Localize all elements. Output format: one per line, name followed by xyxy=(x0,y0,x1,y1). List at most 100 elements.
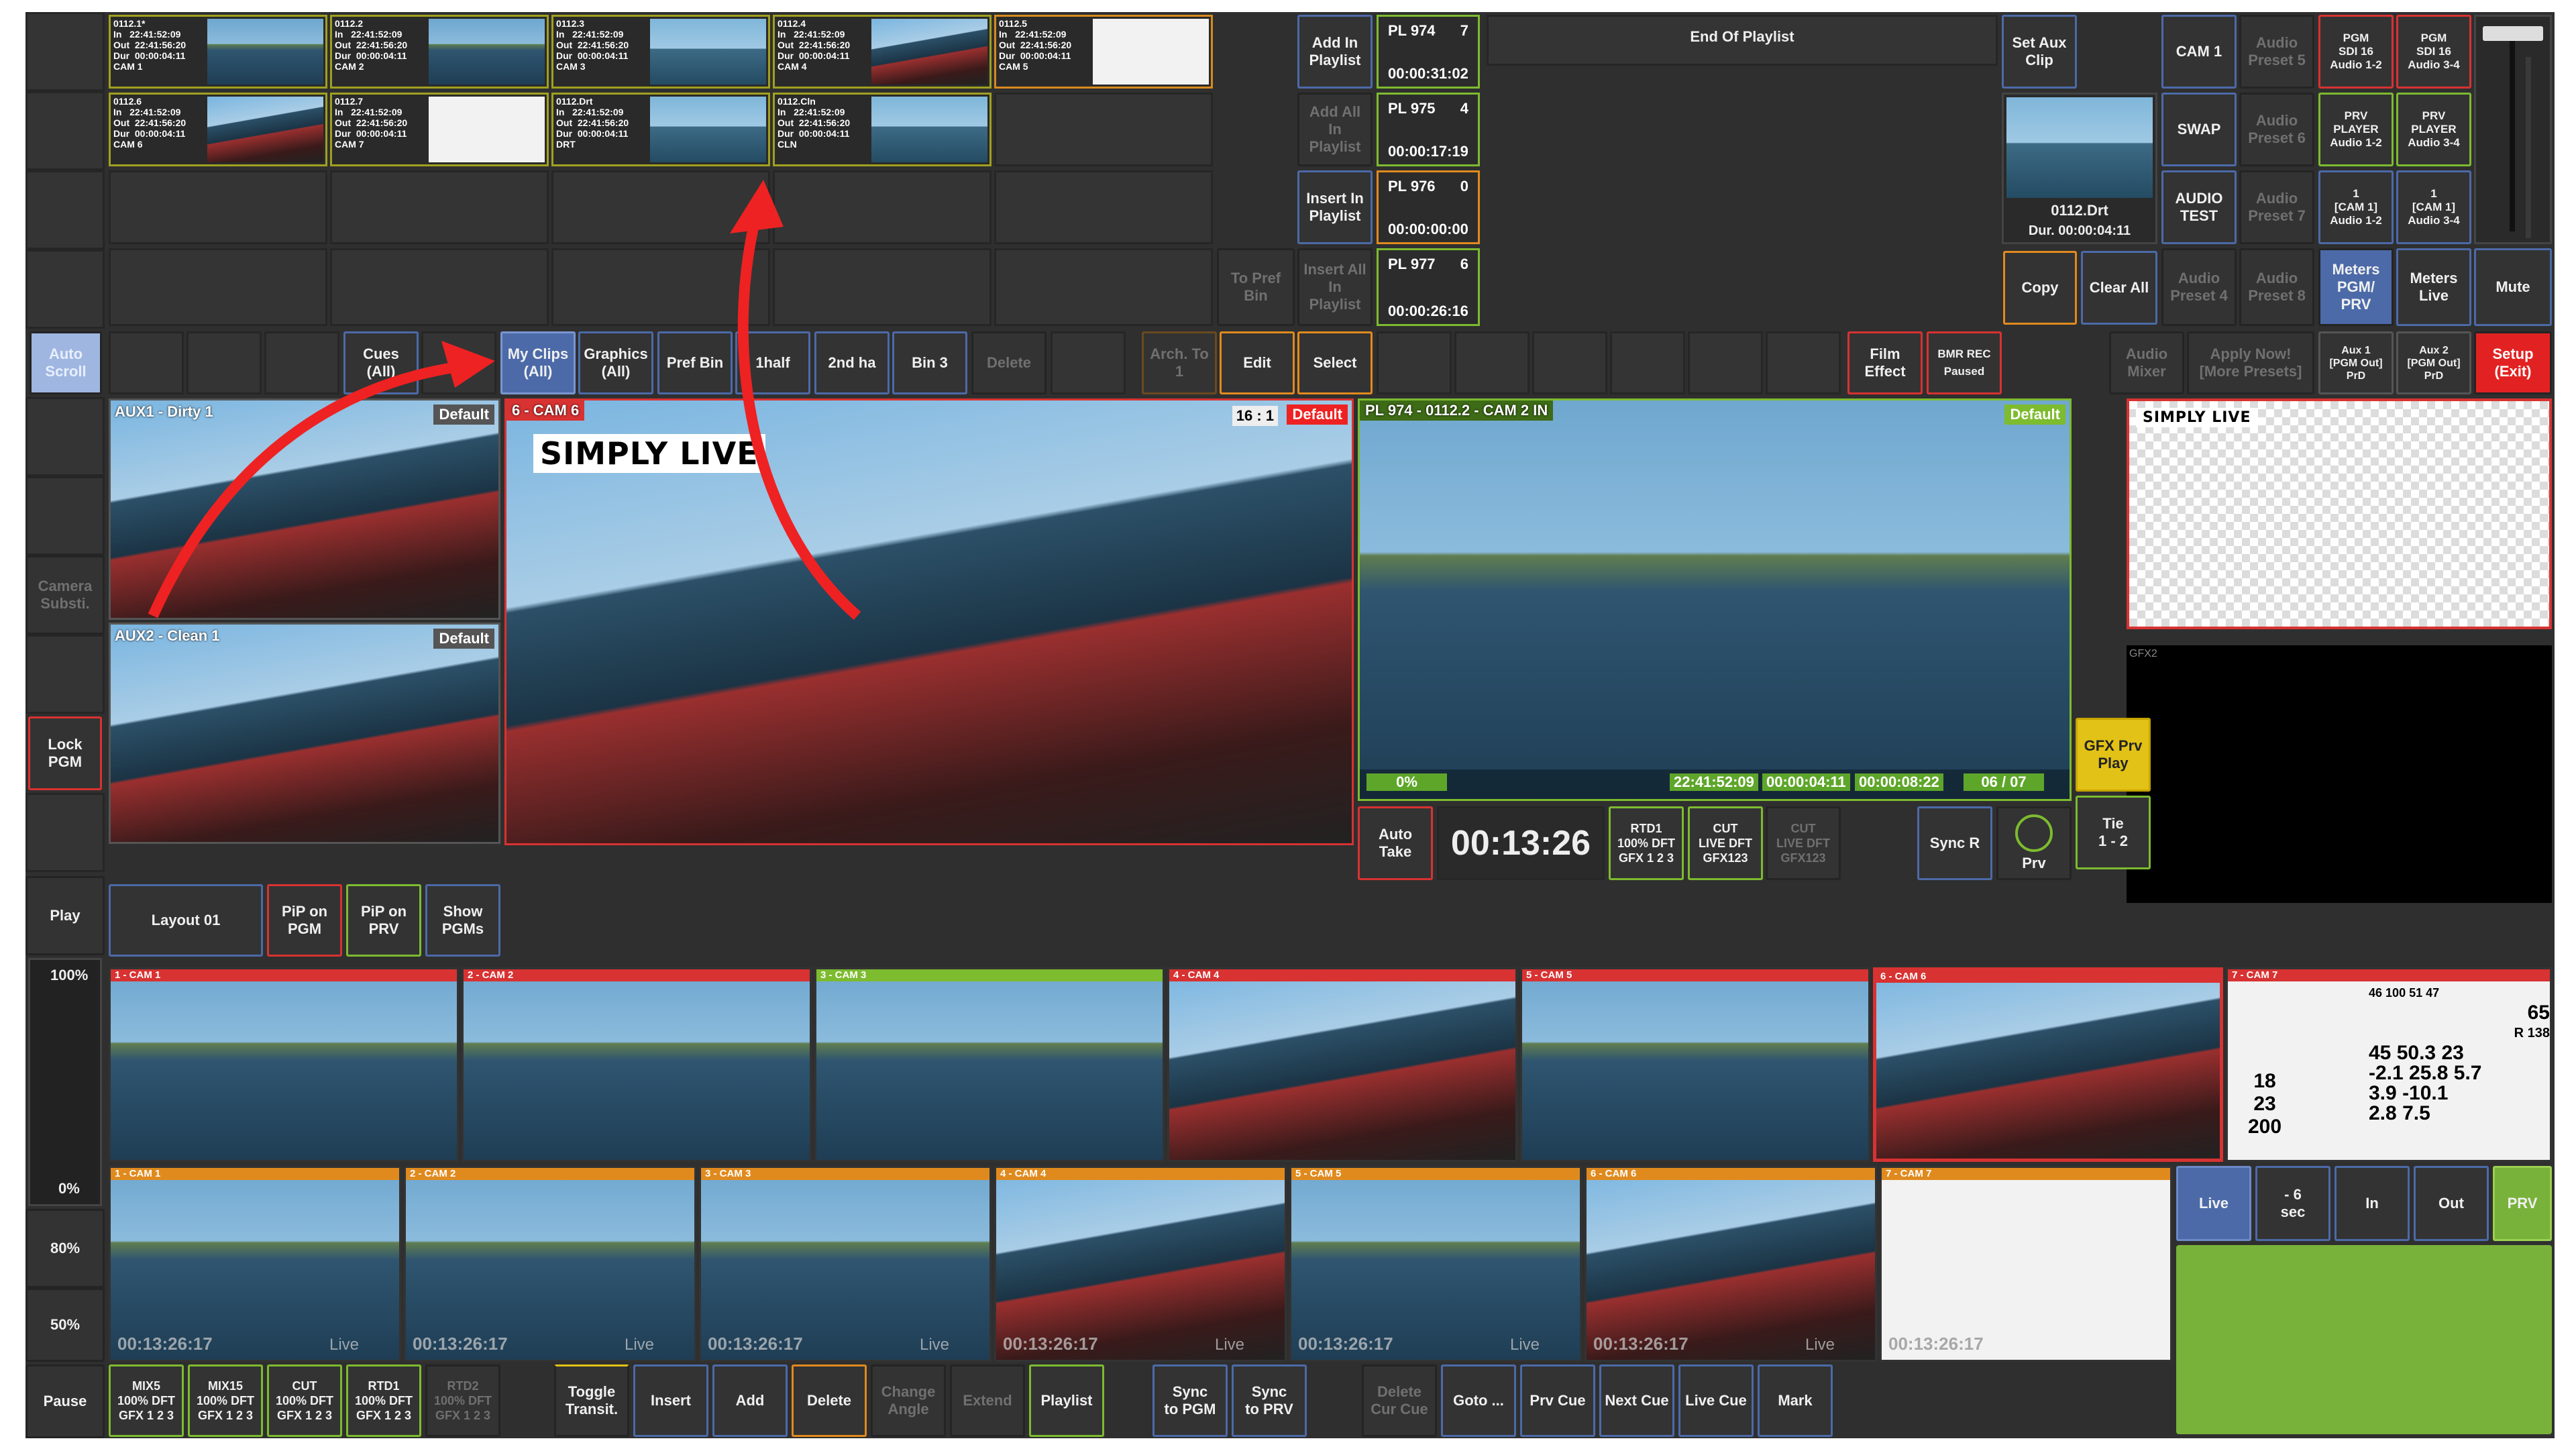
playlist-tile[interactable]: PL 977 6 00:00:26:16 xyxy=(1377,248,1480,326)
camera-thumb-bottom[interactable]: 3 - CAM 3 00:13:26:17 Live xyxy=(699,1166,991,1362)
camera-thumb-bottom[interactable]: 2 - CAM 2 00:13:26:17 Live xyxy=(404,1166,696,1362)
add-all-in-playlist-button[interactable]: Add All In Playlist xyxy=(1297,93,1373,166)
clear-all-button[interactable]: Clear All xyxy=(2081,251,2157,325)
extend-button[interactable]: Extend xyxy=(950,1364,1025,1437)
rtd1-bottom-button[interactable]: RTD1 100% DFT GFX 1 2 3 xyxy=(346,1364,421,1437)
back-6-sec-button[interactable]: - 6 sec xyxy=(2255,1166,2330,1241)
live-cue-button[interactable]: Live Cue xyxy=(1678,1364,1754,1437)
clip-tile[interactable]: 0112.Drt In 22:41:52:09 Out 22:41:56:20 … xyxy=(551,93,770,166)
clip-slot-empty[interactable] xyxy=(994,170,1213,244)
camera-thumb-top[interactable]: 1 - CAM 1 xyxy=(109,967,459,1162)
meters-pgm-prv-button[interactable]: Meters PGM/ PRV xyxy=(2318,248,2394,326)
audio-preset-8-button[interactable]: Audio Preset 8 xyxy=(2239,248,2314,326)
camera-thumb-bottom[interactable]: 6 - CAM 6 00:13:26:17 Live xyxy=(1585,1166,1877,1362)
preset-audio-test-button[interactable]: AUDIO TEST xyxy=(2161,170,2237,244)
rtd2-bottom-button[interactable]: RTD2 100% DFT GFX 1 2 3 xyxy=(425,1364,500,1437)
camera-thumb-bottom[interactable]: 4 - CAM 4 00:13:26:17 Live xyxy=(994,1166,1287,1362)
clip-slot-empty[interactable] xyxy=(109,170,327,244)
cam1-audio-34-button[interactable]: 1 [CAM 1] Audio 3-4 xyxy=(2396,170,2471,244)
camera-thumb-top[interactable]: 3 - CAM 3 xyxy=(814,967,1165,1162)
cues-all-button[interactable]: Cues (All) xyxy=(343,331,419,394)
next-cue-button[interactable]: Next Cue xyxy=(1599,1364,1674,1437)
pref-bin-button[interactable]: Pref Bin xyxy=(657,331,733,394)
camera-thumb-bottom[interactable]: 7 - CAM 7 00:13:26:17 xyxy=(1880,1166,2172,1362)
show-pgms-button[interactable]: Show PGMs xyxy=(425,884,500,957)
delete-cur-cue-button[interactable]: Delete Cur Cue xyxy=(1362,1364,1437,1437)
setup-exit-button[interactable]: Setup (Exit) xyxy=(2474,331,2552,394)
pgm-sdi16-audio-34-button[interactable]: PGM SDI 16 Audio 3-4 xyxy=(2396,15,2471,89)
master-volume-fader[interactable] xyxy=(2474,15,2552,244)
aux1-pgm-out-button[interactable]: Aux 1 [PGM Out] PrD xyxy=(2318,331,2394,394)
camera-thumb-top[interactable]: 2 - CAM 2 xyxy=(462,967,812,1162)
change-angle-button[interactable]: Change Angle xyxy=(871,1364,946,1437)
layout-01-button[interactable]: Layout 01 xyxy=(109,884,263,957)
fader-handle[interactable] xyxy=(2483,26,2543,41)
set-aux-clip-button[interactable]: Set Aux Clip xyxy=(2002,15,2077,89)
audio-preset-4-button[interactable]: Audio Preset 4 xyxy=(2161,248,2237,326)
clip-slot-empty[interactable] xyxy=(330,170,549,244)
program-monitor-cam6[interactable]: 6 - CAM 6 SIMPLY LIVE 16 : 1 Default xyxy=(504,398,1354,845)
mark-in-button[interactable]: In xyxy=(2334,1166,2410,1241)
camera-thumb-top[interactable]: 4 - CAM 4 xyxy=(1167,967,1517,1162)
to-pref-bin-button[interactable]: To Pref Bin xyxy=(1217,248,1295,326)
gfx1-monitor[interactable]: SIMPLY LIVE xyxy=(2127,398,2552,629)
mix5-transition-button[interactable]: MIX5 100% DFT GFX 1 2 3 xyxy=(109,1364,184,1437)
pgm-sdi16-audio-12-button[interactable]: PGM SDI 16 Audio 1-2 xyxy=(2318,15,2394,89)
bin-1half-button[interactable]: 1half xyxy=(735,331,810,394)
clip-slot-empty[interactable] xyxy=(330,248,549,326)
goto-button[interactable]: Goto ... xyxy=(1441,1364,1516,1437)
insert-button[interactable]: Insert xyxy=(633,1364,708,1437)
add-in-playlist-button[interactable]: Add In Playlist xyxy=(1297,15,1373,89)
sync-r-button[interactable]: Sync R xyxy=(1917,806,1992,880)
preset-cam1-button[interactable]: CAM 1 xyxy=(2161,15,2237,89)
apply-presets-button[interactable]: Apply Now! [More Presets] xyxy=(2187,331,2314,394)
clip-slot-empty[interactable] xyxy=(773,248,991,326)
cut-live-transition-button[interactable]: CUT LIVE DFT GFX123 xyxy=(1688,806,1763,880)
insert-all-in-playlist-button[interactable]: Insert All In Playlist xyxy=(1297,248,1373,326)
prv-player-audio-12-button[interactable]: PRV PLAYER Audio 1-2 xyxy=(2318,93,2394,166)
clip-slot-empty[interactable] xyxy=(994,93,1213,166)
sync-to-pgm-button[interactable]: Sync to PGM xyxy=(1152,1364,1228,1437)
end-of-playlist-row[interactable]: End Of Playlist xyxy=(1487,15,1998,66)
speed-80-button[interactable]: 80% xyxy=(25,1209,105,1288)
audio-preset-7-button[interactable]: Audio Preset 7 xyxy=(2239,170,2314,244)
playlist-tile[interactable]: PL 976 0 00:00:00:00 xyxy=(1377,170,1480,244)
bin-2nd-half-button[interactable]: 2nd ha xyxy=(814,331,890,394)
my-clips-all-button[interactable]: My Clips (All) xyxy=(500,331,576,394)
preset-swap-button[interactable]: SWAP xyxy=(2161,93,2237,166)
aux2-pgm-out-button[interactable]: Aux 2 [PGM Out] PrD xyxy=(2396,331,2471,394)
tie-12-button[interactable]: Tie 1 - 2 xyxy=(2076,796,2151,869)
clip-tile[interactable]: 0112.Cln In 22:41:52:09 Out 22:41:56:20 … xyxy=(773,93,991,166)
bmr-rec-paused-button[interactable]: BMR REC Paused xyxy=(1927,331,2002,394)
clip-tile[interactable]: 0112.7 In 22:41:52:09 Out 22:41:56:20 Du… xyxy=(330,93,549,166)
speed-fader[interactable]: 100% 0% xyxy=(28,958,102,1206)
mix15-transition-button[interactable]: MIX15 100% DFT GFX 1 2 3 xyxy=(188,1364,263,1437)
playlist-tile[interactable]: PL 975 4 00:00:17:19 xyxy=(1377,93,1480,166)
insert-in-playlist-button[interactable]: Insert In Playlist xyxy=(1297,170,1373,244)
playlist-button[interactable]: Playlist xyxy=(1029,1364,1104,1437)
auto-take-button[interactable]: Auto Take xyxy=(1358,806,1433,880)
preview-monitor-playlist[interactable]: PL 974 - 0112.2 - CAM 2 IN Default 0% 22… xyxy=(1358,398,2072,801)
toggle-transition-button[interactable]: Toggle Transit. xyxy=(554,1364,629,1437)
clip-tile[interactable]: 0112.3 In 22:41:52:09 Out 22:41:56:20 Du… xyxy=(551,15,770,89)
camera-thumb-top[interactable]: 6 - CAM 6 xyxy=(1873,967,2223,1162)
delete-button[interactable]: Delete xyxy=(792,1364,867,1437)
edit-button[interactable]: Edit xyxy=(1220,331,1295,394)
mute-button[interactable]: Mute xyxy=(2474,248,2552,326)
audio-preset-6-button[interactable]: Audio Preset 6 xyxy=(2239,93,2314,166)
jog-area[interactable] xyxy=(2176,1245,2552,1434)
audio-preset-5-button[interactable]: Audio Preset 5 xyxy=(2239,15,2314,89)
mark-out-button[interactable]: Out xyxy=(2414,1166,2489,1241)
clip-tile[interactable]: 0112.1* In 22:41:52:09 Out 22:41:56:20 D… xyxy=(109,15,327,89)
copy-button[interactable]: Copy xyxy=(2003,251,2077,325)
clip-slot-empty[interactable] xyxy=(994,248,1213,326)
pause-button[interactable]: Pause xyxy=(25,1364,105,1438)
clip-slot-empty[interactable] xyxy=(551,170,770,244)
gfx2-monitor[interactable]: GFX2 xyxy=(2127,639,2552,903)
cam1-audio-12-button[interactable]: 1 [CAM 1] Audio 1-2 xyxy=(2318,170,2394,244)
prv-button[interactable]: PRV xyxy=(2493,1166,2552,1241)
prv-player-audio-34-button[interactable]: PRV PLAYER Audio 3-4 xyxy=(2396,93,2471,166)
lock-pgm-button[interactable]: Lock PGM xyxy=(28,716,102,790)
clip-slot-empty[interactable] xyxy=(109,248,327,326)
mark-button[interactable]: Mark xyxy=(1758,1364,1833,1437)
